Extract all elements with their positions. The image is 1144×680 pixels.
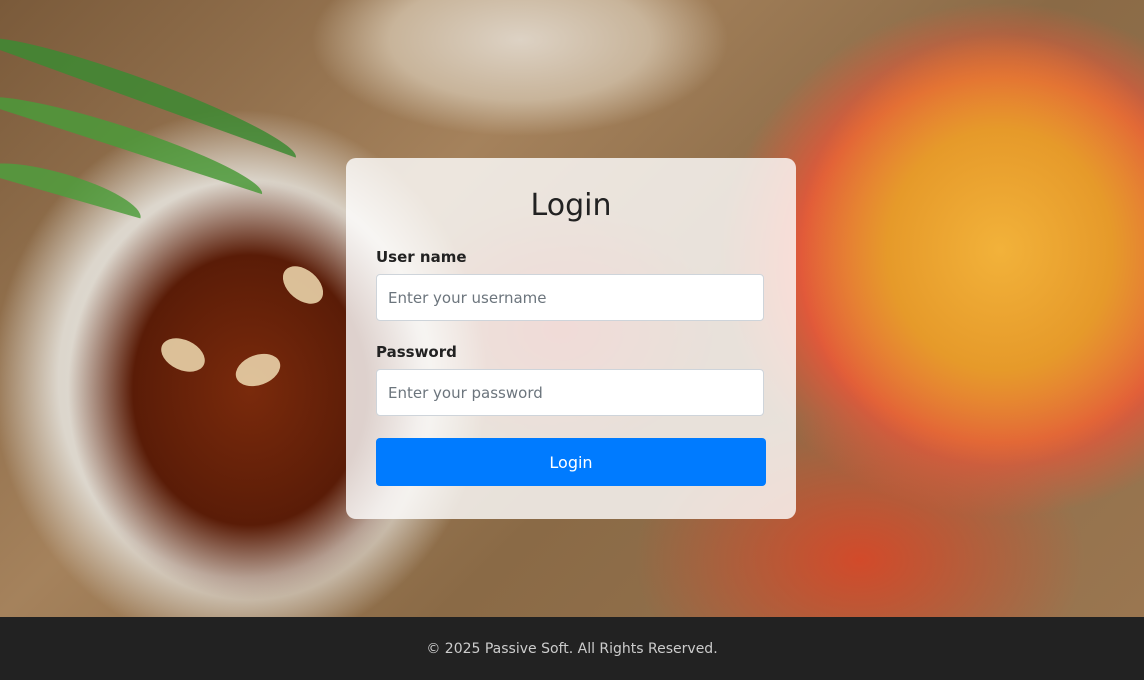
username-input[interactable] [376, 274, 764, 321]
cashew-decoration [155, 331, 211, 379]
username-label: User name [376, 248, 467, 266]
leaf-decoration [0, 150, 147, 219]
cashew-decoration [231, 348, 285, 392]
cashew-decoration [275, 258, 331, 312]
login-button[interactable]: Login [376, 438, 766, 486]
password-input[interactable] [376, 369, 764, 416]
footer: © 2025 Passive Soft. All Rights Reserved… [0, 617, 1144, 680]
footer-copyright: © 2025 Passive Soft. All Rights Reserved… [426, 640, 718, 657]
password-label: Password [376, 343, 457, 361]
login-card: Login User name Password Login [346, 158, 796, 519]
login-title: Login [530, 188, 612, 223]
